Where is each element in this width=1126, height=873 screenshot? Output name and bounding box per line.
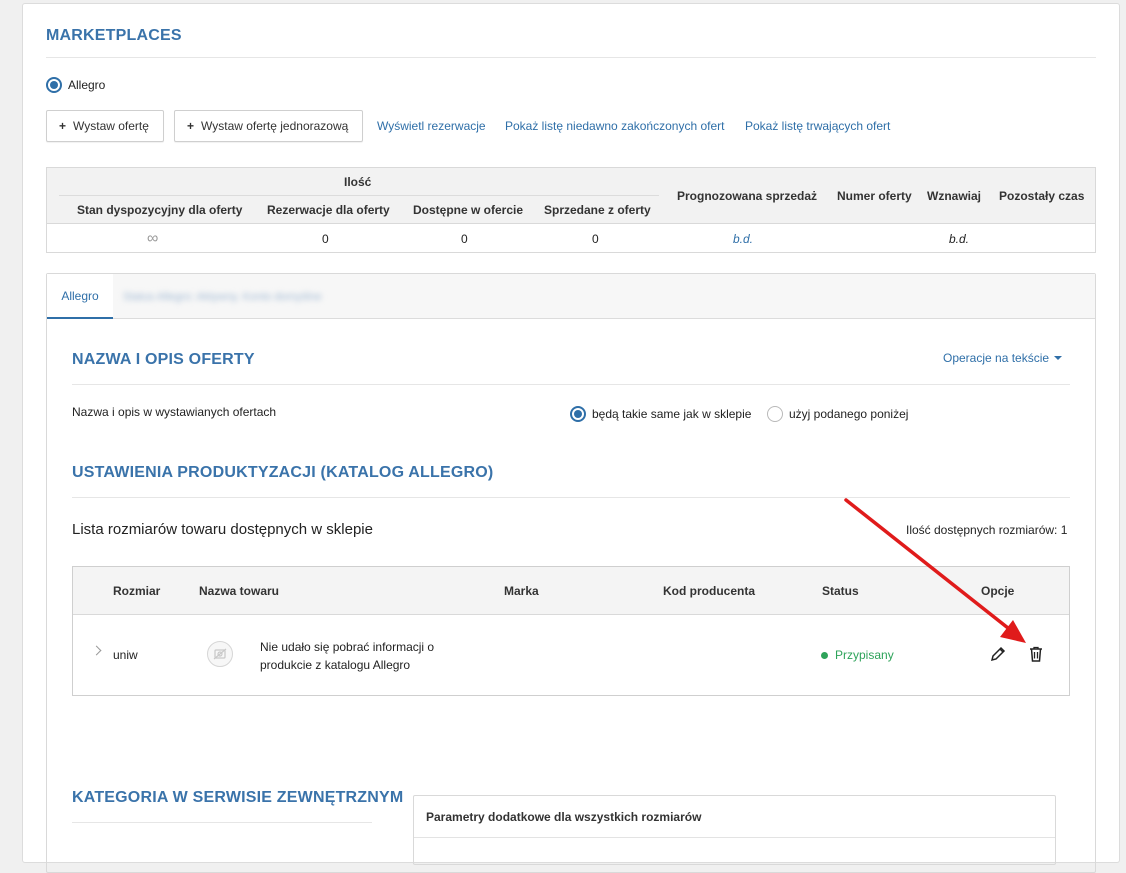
name-option-same-label: będą takie same jak w sklepie bbox=[592, 407, 752, 421]
th-options: Opcje bbox=[981, 584, 1015, 598]
th-available-in-offer: Dostępne w ofercie bbox=[413, 203, 524, 217]
status-dot-icon bbox=[821, 651, 828, 659]
name-section-title: NAZWA I OPIS OFERTY bbox=[72, 351, 255, 368]
sizes-count: Ilość dostępnych rozmiarów: 1 bbox=[906, 523, 1068, 537]
tab-allegro-account[interactable]: Status Allegro: Aktywny. Konto domyślne bbox=[115, 274, 322, 319]
divider bbox=[72, 384, 1070, 385]
text-operations-dropdown[interactable]: Operacje na tekście bbox=[943, 351, 1063, 365]
sold-value: 0 bbox=[592, 232, 599, 246]
ongoing-offers-link[interactable]: Pokaż listę trwających ofert bbox=[745, 119, 890, 133]
th-forecast: Prognozowana sprzedaż bbox=[677, 189, 818, 203]
chevron-right-icon[interactable] bbox=[91, 645, 102, 656]
forecast-value[interactable]: b.d. bbox=[733, 232, 753, 246]
th-remaining-time: Pozostały czas bbox=[999, 189, 1085, 203]
marketplace-radio-label: Allegro bbox=[68, 78, 106, 92]
available-in-offer-value: 0 bbox=[461, 232, 468, 246]
th-renew: Wznawiaj bbox=[927, 189, 982, 203]
divider bbox=[59, 195, 659, 196]
caret-down-icon bbox=[1054, 356, 1063, 360]
quantity-group-header: Ilość bbox=[344, 175, 372, 189]
list-offer-once-button-label: Wystaw ofertę jednorazową bbox=[201, 119, 349, 133]
name-description-label: Nazwa i opis w wystawianych ofertach bbox=[72, 405, 277, 419]
no-image-icon bbox=[207, 641, 233, 667]
productization-title: USTAWIENIA PRODUKTYZACJI (KATALOG ALLEGR… bbox=[72, 464, 494, 481]
divider bbox=[72, 497, 1070, 498]
sizes-table: Rozmiar Nazwa towaru Marka Kod producent… bbox=[72, 566, 1070, 696]
th-size: Rozmiar bbox=[113, 584, 161, 598]
th-sold: Sprzedane z oferty bbox=[544, 203, 651, 217]
status-value: Przypisany bbox=[835, 648, 894, 662]
th-brand: Marka bbox=[504, 584, 539, 598]
name-option-custom[interactable]: użyj podanego poniżej bbox=[767, 406, 908, 422]
marketplace-radio-allegro[interactable]: Allegro bbox=[46, 77, 105, 93]
additional-params-panel: Parametry dodatkowe dla wszystkich rozmi… bbox=[413, 795, 1056, 865]
list-offer-button-label: Wystaw ofertę bbox=[73, 119, 149, 133]
text-operations-label: Operacje na tekście bbox=[943, 351, 1050, 365]
quantity-table: Ilość Stan dyspozycyjny dla oferty Rezer… bbox=[46, 167, 1096, 253]
recently-ended-offers-link[interactable]: Pokaż listę niedawno zakończonych ofert bbox=[505, 119, 724, 133]
list-offer-once-button[interactable]: + Wystaw ofertę jednorazową bbox=[174, 110, 363, 142]
plus-icon: + bbox=[187, 119, 195, 133]
tab-allegro-account-label: Status Allegro: Aktywny. Konto domyślne bbox=[123, 290, 322, 303]
th-available-stock: Stan dyspozycyjny dla oferty bbox=[77, 203, 243, 217]
reservations-value: 0 bbox=[322, 232, 329, 246]
th-reservations: Rezerwacje dla oferty bbox=[267, 203, 390, 217]
radio-checked-icon[interactable] bbox=[570, 406, 586, 422]
category-title: KATEGORIA W SERWISIE ZEWNĘTRZNYM bbox=[72, 789, 404, 806]
size-value: uniw bbox=[113, 648, 138, 662]
marketplaces-title: MARKETPLACES bbox=[46, 27, 182, 44]
edit-pencil-icon[interactable] bbox=[989, 645, 1007, 663]
delete-trash-icon[interactable] bbox=[1027, 645, 1045, 663]
status-badge: Przypisany bbox=[821, 648, 894, 662]
renew-value: b.d. bbox=[949, 232, 970, 246]
show-reservations-link[interactable]: Wyświetl rezerwacje bbox=[377, 119, 486, 133]
plus-icon: + bbox=[59, 119, 67, 133]
sizes-list-title: Lista rozmiarów towaru dostępnych w skle… bbox=[72, 521, 373, 538]
params-header-label: Parametry dodatkowe dla wszystkich rozmi… bbox=[426, 810, 702, 824]
available-stock-value: ∞ bbox=[147, 230, 159, 247]
th-product-name: Nazwa towaru bbox=[199, 584, 280, 598]
th-offer-number: Numer oferty bbox=[837, 189, 912, 203]
list-offer-button[interactable]: + Wystaw ofertę bbox=[46, 110, 164, 142]
th-producer-code: Kod producenta bbox=[663, 584, 755, 598]
divider bbox=[72, 822, 372, 823]
tab-allegro[interactable]: Allegro bbox=[47, 274, 113, 319]
radio-checked-icon[interactable] bbox=[46, 77, 62, 93]
divider bbox=[46, 57, 1096, 58]
radio-unchecked-icon[interactable] bbox=[767, 406, 783, 422]
th-status: Status bbox=[822, 584, 859, 598]
product-name-value: Nie udało się pobrać informacji o produk… bbox=[260, 640, 435, 672]
name-option-custom-label: użyj podanego poniżej bbox=[789, 407, 909, 421]
name-option-same[interactable]: będą takie same jak w sklepie bbox=[570, 406, 751, 422]
